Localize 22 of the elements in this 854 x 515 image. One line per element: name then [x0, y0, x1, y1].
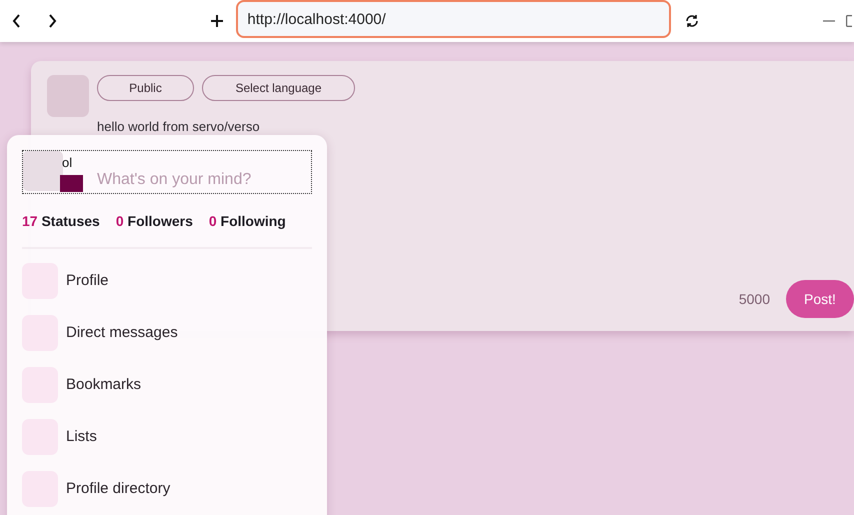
menu-item[interactable]: Profile	[66, 270, 109, 292]
stat-link[interactable]: 0 Followers	[116, 211, 193, 232]
minimize-icon	[822, 20, 835, 22]
language-button[interactable]: Select language	[202, 75, 355, 101]
stat-link[interactable]: 17 Statuses	[22, 211, 100, 232]
menu-item[interactable]: Direct messages	[66, 322, 178, 344]
avatar	[23, 151, 63, 191]
address-field[interactable]: http://localhost:4000/	[236, 0, 671, 38]
post-text: hello world from servo/verso	[97, 120, 261, 134]
reload-icon	[685, 14, 700, 28]
character-count: 5000	[738, 290, 770, 308]
display-name: ol	[62, 154, 72, 172]
avatar	[47, 75, 89, 117]
menu-item[interactable]: Profile directory	[66, 478, 170, 500]
avatar-badge	[60, 175, 83, 192]
menu-item[interactable]: Bookmarks	[66, 374, 142, 396]
visibility-button[interactable]: Public	[97, 75, 194, 101]
post-button[interactable]: Post!	[786, 280, 854, 318]
plus-icon	[210, 14, 224, 28]
stat-link[interactable]: 0 Following	[208, 211, 286, 232]
menu-item[interactable]: Lists	[66, 426, 97, 448]
maximize-icon	[846, 15, 852, 27]
